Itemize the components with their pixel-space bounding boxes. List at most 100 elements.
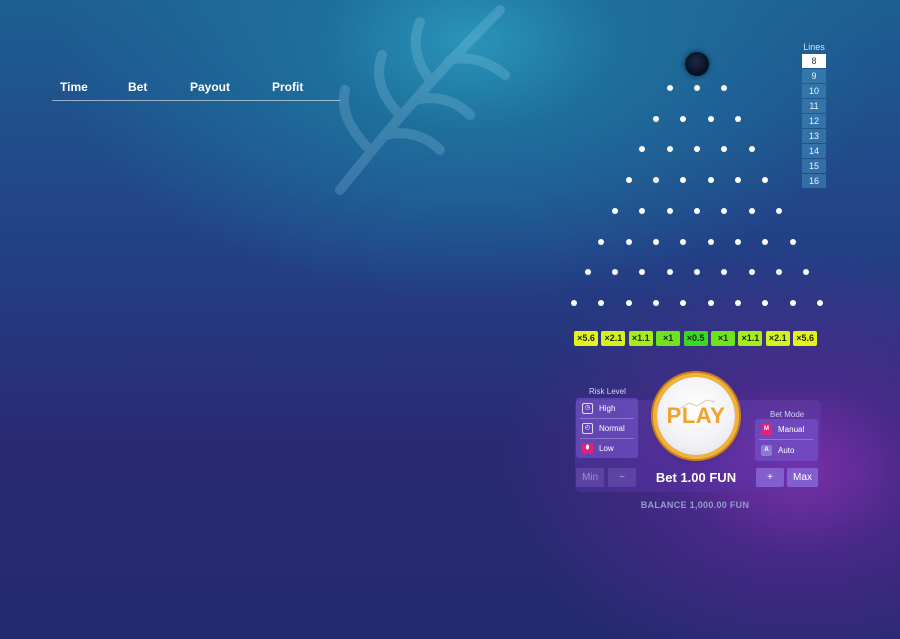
lines-option-15[interactable]: 15 [802, 159, 826, 173]
peg [762, 177, 769, 184]
peg [598, 299, 605, 306]
bet-mode-auto[interactable]: A Auto [761, 442, 794, 458]
decrease-bet-button[interactable]: − [608, 468, 636, 487]
risk-option-high[interactable]: ◷ High [582, 400, 615, 416]
peg [707, 115, 714, 122]
peg [789, 238, 796, 245]
history-header-row: Time Bet Payout Profit [52, 80, 340, 101]
divider [759, 439, 813, 440]
peg [680, 238, 687, 245]
history-col-bet: Bet [128, 80, 148, 94]
peg [762, 299, 769, 306]
peg [571, 299, 578, 306]
peg [707, 238, 714, 245]
multiplier-slot: ×1 [656, 331, 681, 346]
shield-icon: ⬮ [582, 442, 593, 454]
multiplier-slot: ×2.1 [765, 331, 790, 346]
history-col-payout: Payout [190, 80, 231, 94]
peg [680, 115, 687, 122]
divider [580, 418, 634, 419]
lines-option-11[interactable]: 11 [802, 99, 826, 113]
manual-badge-icon: M [761, 423, 772, 435]
peg [721, 207, 728, 214]
increase-bet-button[interactable]: + [756, 468, 784, 487]
risk-level-box: ◷ High ◴ Normal ⬮ Low [576, 398, 638, 458]
bet-amount: Bet 1.00 FUN [655, 470, 737, 485]
peg [734, 299, 741, 306]
peg [625, 299, 632, 306]
history-col-profit: Profit [272, 80, 304, 94]
risk-option-low[interactable]: ⬮ Low [582, 440, 614, 456]
peg [612, 207, 619, 214]
bet-mode-label: Auto [778, 445, 795, 455]
clock-icon: ◷ [582, 402, 593, 414]
risk-option-label: Normal [599, 423, 625, 433]
bet-mode-manual[interactable]: M Manual [761, 421, 804, 437]
peg [816, 299, 823, 306]
min-bet-button[interactable]: Min [576, 468, 604, 487]
chart-icon [678, 399, 716, 410]
peg [653, 238, 660, 245]
lines-option-14[interactable]: 14 [802, 144, 826, 158]
lines-option-16[interactable]: 16 [802, 174, 826, 188]
peg [666, 85, 673, 91]
stopwatch-icon: ◴ [582, 422, 593, 434]
peg [598, 238, 605, 245]
peg [653, 299, 660, 306]
bet-history-table: Time Bet Payout Profit [52, 80, 340, 101]
peg [748, 146, 755, 153]
peg [694, 269, 700, 276]
peg [639, 146, 646, 153]
risk-option-label: Low [599, 443, 614, 453]
max-bet-button[interactable]: Max [787, 468, 818, 487]
peg [762, 238, 769, 245]
bet-mode-label: Manual [778, 424, 805, 434]
auto-badge-icon: A [761, 444, 772, 456]
lines-option-10[interactable]: 10 [802, 84, 826, 98]
multiplier-slot: ×5.6 [793, 331, 818, 346]
peg [734, 238, 741, 245]
peg [775, 269, 782, 276]
multiplier-slot: ×1.1 [738, 331, 763, 346]
peg [748, 269, 755, 276]
peg [639, 207, 646, 214]
peg [625, 238, 632, 245]
peg [666, 269, 673, 276]
peg [612, 269, 619, 276]
peg [625, 177, 632, 184]
control-panel: Risk Level ◷ High ◴ Normal ⬮ Low PLAY Be… [575, 372, 821, 492]
lines-title: Lines [803, 42, 825, 52]
history-col-time: Time [60, 80, 88, 94]
plinko-ball [685, 52, 709, 76]
lines-option-8[interactable]: 8 [802, 54, 826, 68]
bet-mode-title: Bet Mode [770, 410, 805, 419]
lines-selector: Lines 8 9 10 11 12 13 14 15 16 [802, 42, 826, 189]
peg [680, 177, 687, 184]
peg [680, 299, 687, 306]
divider [580, 438, 634, 439]
peg [721, 85, 728, 91]
bet-mode-box: M Manual A Auto [755, 419, 818, 461]
peg [584, 269, 591, 276]
peg [734, 115, 741, 122]
peg [803, 269, 810, 276]
risk-level-title: Risk Level [589, 387, 626, 396]
multiplier-slot: ×1 [711, 331, 735, 346]
peg [721, 146, 728, 153]
play-button[interactable]: PLAY [657, 377, 735, 455]
peg [721, 269, 728, 276]
risk-option-label: High [599, 403, 616, 413]
peg [694, 146, 700, 153]
risk-option-normal[interactable]: ◴ Normal [582, 420, 625, 436]
peg [707, 299, 714, 306]
peg [789, 299, 796, 306]
peg [748, 207, 755, 214]
lines-option-13[interactable]: 13 [802, 129, 826, 143]
multiplier-row: ×5.6 ×2.1 ×1.1 ×1 ×0.5 ×1 ×1.1 ×2.1 ×5.6 [574, 331, 822, 347]
lines-option-9[interactable]: 9 [802, 69, 826, 83]
peg [775, 207, 782, 214]
multiplier-slot: ×1.1 [628, 331, 653, 346]
lines-option-12[interactable]: 12 [802, 114, 826, 128]
peg [694, 207, 700, 214]
peg [666, 146, 673, 153]
